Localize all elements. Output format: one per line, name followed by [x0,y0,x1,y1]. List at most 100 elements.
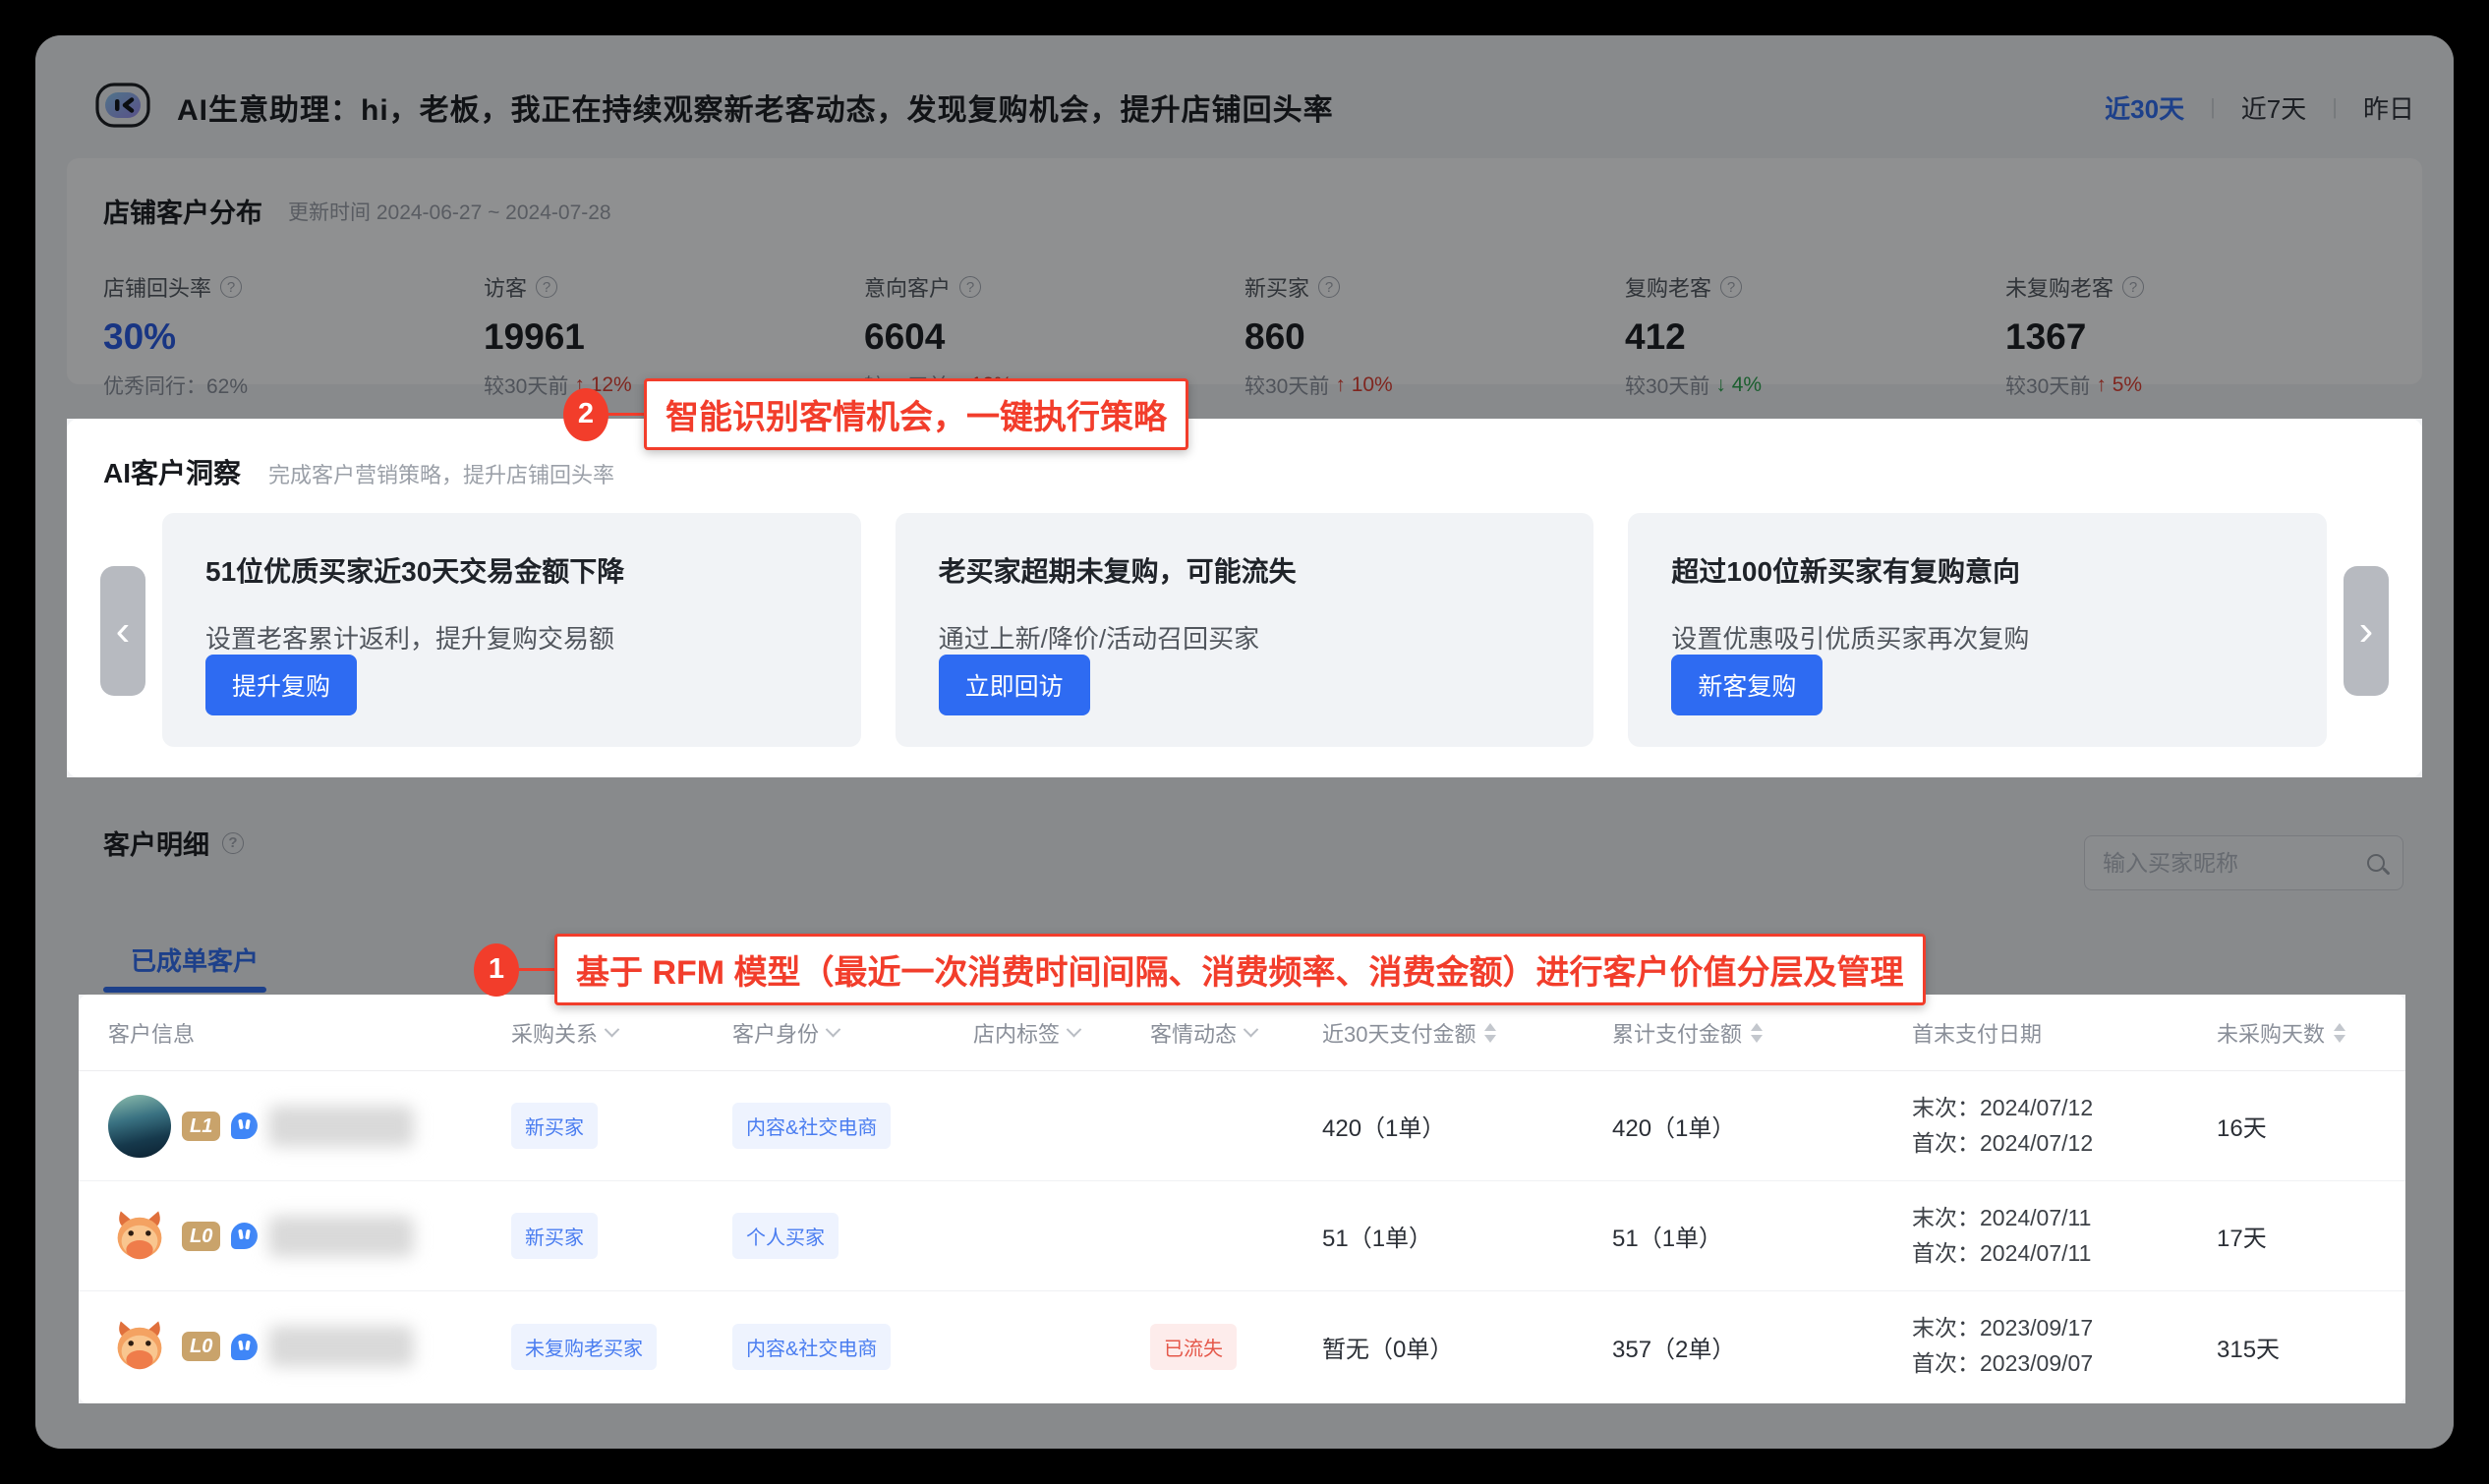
dim-overlay-table-right [2405,995,2454,1403]
filter-chevron-icon[interactable] [826,1022,841,1038]
column-label: 首末支付日期 [1912,1017,2042,1049]
column-header[interactable]: 未采购天数 [2217,1017,2405,1049]
first-pay-date: 首次：2023/09/07 [1912,1346,2217,1382]
insight-card: 老买家超期未复购，可能流失 通过上新/降价/活动召回买家 立即回访 [896,513,1594,747]
help-icon[interactable]: ? [1318,276,1340,298]
column-header[interactable]: 客户信息 [108,1017,511,1049]
column-label: 近30天支付金额 [1322,1017,1476,1049]
range-tab[interactable]: 近7天 [2241,89,2306,126]
store-customer-distribution-card: 店铺客户分布 更新时间 2024-06-27 ~ 2024-07-28 店铺回头… [67,158,2422,384]
column-label: 采购关系 [511,1017,598,1049]
table-row[interactable]: L0 新买家 个人买家 51（1单） 51（1单） 末次：2024/07/11 … [79,1181,2405,1291]
filter-chevron-icon[interactable] [1067,1022,1082,1038]
dim-overlay-bottom [35,1403,2454,1449]
insight-action-button[interactable]: 新客复购 [1671,655,1823,715]
assistant-header: AI生意助理：hi，老板，我正在持续观察新老客动态，发现复购机会，提升店铺回头率… [94,77,2414,138]
sort-icon[interactable] [2334,1023,2345,1043]
customer-table-card: 客户信息 采购关系 客户身份 店内标签 客情动态 近30天支付金额 累计支付金额… [79,995,2405,1403]
metric-sub: 较30天前↑ 5% [2005,371,2386,400]
customer-avatar-cow [108,1205,171,1268]
guide-text-1: 基于 RFM 模型（最近一次消费时间间隔、消费频率、消费金额）进行客户价值分层及… [554,934,1926,1005]
dim-overlay-insight-right [2422,419,2454,777]
last-pay-date: 末次：2024/07/12 [1912,1091,2217,1126]
insight-action-button[interactable]: 提升复购 [205,655,357,715]
assistant-title: AI生意助理：hi，老板，我正在持续观察新老客动态，发现复购机会，提升店铺回头率 [177,86,1334,129]
pay-total-cell: 51（1单） [1612,1219,1912,1253]
table-row[interactable]: L0 未复购老买家 内容&社交电商 已流失 暂无（0单） 357（2单） 末次：… [79,1291,2405,1401]
column-header[interactable]: 店内标签 [973,1017,1150,1049]
wangwang-chat-icon[interactable] [231,1334,258,1360]
metric-label: 意向客户 [864,271,951,303]
pay-30d-cell: 420（1单） [1322,1109,1612,1143]
insight-card: 超过100位新买家有复购意向 设置优惠吸引优质买家再次复购 新客复购 [1628,513,2327,747]
range-tab[interactable]: 近30天 [2105,89,2184,126]
customer-info-cell: L1 [108,1095,511,1158]
identity-cell: 内容&社交电商 [732,1103,973,1149]
tab-active-underline [103,987,266,993]
column-header[interactable]: 累计支付金额 [1612,1017,1912,1049]
no-purchase-days-cell: 315天 [2217,1330,2405,1364]
sort-icon[interactable] [1484,1023,1496,1043]
no-purchase-days-cell: 16天 [2217,1109,2405,1143]
column-label: 店内标签 [973,1017,1060,1049]
table-row[interactable]: L1 新买家 内容&社交电商 420（1单） 420（1单） 末次：2024/0… [79,1071,2405,1181]
relation-cell: 新买家 [511,1213,732,1259]
customer-info-cell: L0 [108,1315,511,1378]
search-icon[interactable] [2367,854,2385,872]
delta-up-arrow: ↑ 5% [2096,373,2142,397]
help-icon[interactable]: ? [220,276,242,298]
ai-insight-card: AI客户洞察 完成客户营销策略，提升店铺回头率 ‹ 51位优质买家近30天交易金… [67,419,2422,777]
column-header[interactable]: 采购关系 [511,1017,732,1049]
identity-cell: 内容&社交电商 [732,1324,973,1370]
identity-cell: 个人买家 [732,1213,973,1259]
buyer-search-input[interactable] [2103,850,2357,877]
pay-total-cell: 357（2单） [1612,1330,1912,1364]
carousel-next-button[interactable]: › [2344,566,2389,696]
column-label: 累计支付金额 [1612,1017,1742,1049]
insight-card-desc: 通过上新/降价/活动召回买家 [939,619,1551,656]
insight-subtitle: 完成客户营销策略，提升店铺回头率 [268,458,614,489]
wangwang-chat-icon[interactable] [231,1113,258,1139]
column-header[interactable]: 首末支付日期 [1912,1017,2217,1049]
help-icon[interactable]: ? [959,276,981,298]
guide-connector [519,968,554,971]
insight-action-button[interactable]: 立即回访 [939,655,1090,715]
help-icon[interactable]: ? [536,276,557,298]
column-label: 客户身份 [732,1017,819,1049]
wangwang-chat-icon[interactable] [231,1223,258,1249]
status-cell: 已流失 [1150,1324,1322,1370]
customer-level-badge: L0 [182,1222,220,1251]
metric: 未复购老客 ? 1367 较30天前↑ 5% [2005,271,2386,400]
relation-tag: 新买家 [511,1103,598,1149]
buyer-search-box[interactable] [2084,835,2403,890]
guide-text-2: 智能识别客情机会，一键执行策略 [644,378,1188,450]
range-tab[interactable]: 昨日 [2363,89,2414,126]
metric-value: 19961 [484,316,864,358]
table-header-row: 客户信息 采购关系 客户身份 店内标签 客情动态 近30天支付金额 累计支付金额… [79,995,2405,1071]
insight-card-desc: 设置优惠吸引优质买家再次复购 [1671,619,2284,656]
guide-connector [608,413,644,416]
identity-tag: 内容&社交电商 [732,1103,891,1149]
distribution-head: 店铺客户分布 更新时间 2024-06-27 ~ 2024-07-28 [103,192,2386,230]
tab-completed-customers[interactable]: 已成单客户 [131,942,259,978]
column-header[interactable]: 近30天支付金额 [1322,1017,1612,1049]
customer-info-cell: L0 [108,1205,511,1268]
sort-icon[interactable] [1751,1023,1763,1043]
app-window: AI生意助理：hi，老板，我正在持续观察新老客动态，发现复购机会，提升店铺回头率… [35,35,2454,1449]
column-header[interactable]: 客情动态 [1150,1017,1322,1049]
column-header[interactable]: 客户身份 [732,1017,973,1049]
help-icon[interactable]: ? [1720,276,1742,298]
pay-date-cell: 末次：2024/07/12 首次：2024/07/12 [1912,1091,2217,1161]
table-body: L1 新买家 内容&社交电商 420（1单） 420（1单） 末次：2024/0… [79,1071,2405,1401]
carousel-prev-button[interactable]: ‹ [100,566,145,696]
metric-value: 30% [103,316,484,358]
guide-badge-1: 1 [474,943,519,997]
help-icon[interactable]: ? [222,832,244,854]
delta-down-arrow: ↓ 4% [1715,373,1762,397]
help-icon[interactable]: ? [2122,276,2144,298]
filter-chevron-icon[interactable] [605,1022,620,1038]
column-label: 客情动态 [1150,1017,1237,1049]
filter-chevron-icon[interactable] [1244,1022,1259,1038]
guide-annotation-1: 1 基于 RFM 模型（最近一次消费时间间隔、消费频率、消费金额）进行客户价值分… [474,934,1926,1005]
metric-value: 412 [1625,316,2005,358]
